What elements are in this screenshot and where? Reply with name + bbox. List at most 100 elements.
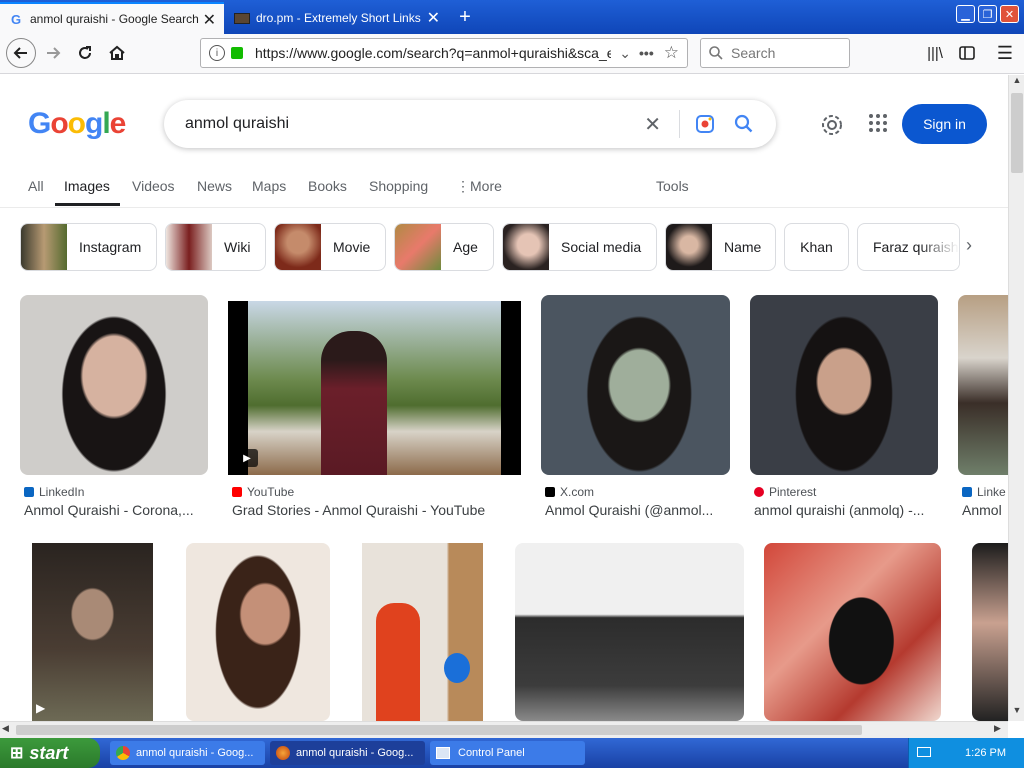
bookmark-star-icon[interactable]: ☆	[664, 43, 679, 63]
result-title[interactable]: anmol quraishi (anmolq) -...	[754, 502, 938, 518]
tab-dro-pm[interactable]: dro.pm - Extremely Short Links ✕	[226, 2, 448, 34]
menu-icon[interactable]: ☰	[990, 38, 1020, 68]
chip-thumbnail	[21, 224, 67, 270]
result-title[interactable]: Grad Stories - Anmol Quraishi - YouTube	[232, 502, 522, 518]
horizontal-scroll-thumb[interactable]	[16, 725, 862, 735]
vertical-scroll-thumb[interactable]	[1011, 93, 1023, 173]
tab-videos[interactable]: Videos	[132, 178, 175, 194]
result-thumbnail[interactable]	[541, 295, 730, 475]
chevron-right-icon[interactable]: ›	[966, 235, 972, 256]
tab-books[interactable]: Books	[308, 178, 347, 194]
control-panel-icon	[436, 747, 450, 759]
dropdown-chevron-icon[interactable]: ⌄	[619, 45, 631, 62]
chip-name[interactable]: Name	[665, 223, 776, 271]
reload-button[interactable]	[70, 38, 100, 68]
info-icon[interactable]: i	[209, 45, 225, 61]
browser-search-box[interactable]: Search	[700, 38, 850, 68]
result-title[interactable]: Anmol Quraishi (@anmol...	[545, 502, 725, 518]
chip-wiki[interactable]: Wiki	[165, 223, 266, 271]
vertical-scrollbar[interactable]: ▲ ▼	[1008, 75, 1024, 721]
tab-more[interactable]: More	[470, 178, 502, 194]
result-thumbnail[interactable]: ▶	[32, 543, 153, 721]
chip-movie[interactable]: Movie	[274, 223, 386, 271]
taskbar-item-control-panel[interactable]: Control Panel	[430, 741, 585, 765]
keyboard-icon[interactable]	[917, 747, 931, 757]
horizontal-scrollbar[interactable]: ◀ ▶	[0, 721, 1008, 738]
scroll-up-icon[interactable]: ▲	[1010, 75, 1024, 91]
scroll-right-icon[interactable]: ▶	[994, 723, 1001, 734]
result-source[interactable]: Pinterest	[754, 485, 816, 499]
address-bar[interactable]: i https://www.google.com/search?q=anmol+…	[200, 38, 688, 68]
forward-button[interactable]	[38, 38, 68, 68]
result-title[interactable]: Anmol Quraishi - Corona,...	[24, 502, 208, 518]
tab-maps[interactable]: Maps	[252, 178, 286, 194]
lock-icon[interactable]	[231, 47, 243, 59]
google-logo[interactable]: Google	[28, 107, 126, 141]
result-source[interactable]: X.com	[545, 485, 594, 499]
lens-camera-icon[interactable]	[694, 113, 716, 135]
library-icon[interactable]: |||\	[920, 38, 950, 68]
close-tab-icon[interactable]: ✕	[427, 8, 440, 28]
source-label: Pinterest	[769, 485, 817, 499]
browser-tab-bar: G anmol quraishi - Google Search ✕ dro.p…	[0, 0, 1024, 34]
page-actions-icon[interactable]: •••	[639, 45, 654, 61]
tab-news[interactable]: News	[197, 178, 232, 194]
tab-all[interactable]: All	[28, 178, 44, 194]
chip-label: Movie	[333, 239, 371, 255]
result-thumbnail[interactable]	[750, 295, 938, 475]
result-thumbnail[interactable]	[515, 543, 744, 721]
new-tab-button[interactable]: +	[452, 4, 478, 30]
taskbar-item-firefox[interactable]: anmol quraishi - Goog...	[270, 741, 425, 765]
tab-images[interactable]: Images	[64, 178, 110, 194]
scroll-left-icon[interactable]: ◀	[2, 723, 9, 734]
url-text[interactable]: https://www.google.com/search?q=anmol+qu…	[255, 45, 611, 61]
back-button[interactable]	[6, 38, 36, 68]
tab-label: dro.pm - Extremely Short Links	[256, 11, 421, 25]
scroll-down-icon[interactable]: ▼	[1010, 705, 1024, 721]
chip-instagram[interactable]: Instagram	[20, 223, 157, 271]
chip-social-media[interactable]: Social media	[502, 223, 657, 271]
chip-faraz-quraishi[interactable]: Faraz quraishi	[857, 223, 960, 271]
close-window-button[interactable]: ✕	[1000, 5, 1019, 23]
taskbar-item-label: anmol quraishi - Goog...	[136, 747, 254, 759]
navigation-toolbar: i https://www.google.com/search?q=anmol+…	[0, 34, 1024, 74]
youtube-icon	[232, 487, 242, 497]
tab-shopping[interactable]: Shopping	[369, 178, 428, 194]
sign-in-button[interactable]: Sign in	[902, 104, 987, 144]
minimize-button[interactable]: ▁	[956, 5, 975, 23]
result-source[interactable]: YouTube	[232, 485, 294, 499]
result-thumbnail[interactable]: ▶	[228, 301, 521, 475]
tab-google-search[interactable]: G anmol quraishi - Google Search ✕	[0, 2, 224, 34]
result-source[interactable]: LinkedIn	[24, 485, 84, 499]
start-button[interactable]: ⊞ start	[0, 738, 100, 768]
result-thumbnail[interactable]	[764, 543, 941, 721]
clock[interactable]: 1:26 PM	[965, 747, 1006, 759]
taskbar-item-chrome[interactable]: anmol quraishi - Goog...	[110, 741, 265, 765]
sidebar-icon[interactable]	[952, 38, 982, 68]
close-tab-icon[interactable]: ✕	[203, 10, 216, 30]
home-button[interactable]	[102, 38, 132, 68]
result-thumbnail[interactable]	[972, 543, 1008, 721]
search-icon[interactable]	[734, 114, 754, 134]
google-search-box[interactable]: anmol quraishi ✕	[164, 100, 776, 148]
tools-button[interactable]: Tools	[656, 178, 689, 194]
chip-thumbnail	[666, 224, 712, 270]
result-thumbnail[interactable]	[362, 543, 483, 721]
settings-gear-icon[interactable]	[820, 113, 844, 137]
result-thumbnail[interactable]	[186, 543, 330, 721]
result-thumbnail[interactable]	[958, 295, 1008, 475]
result-source[interactable]: Linke	[962, 485, 1006, 499]
result-thumbnail[interactable]	[20, 295, 208, 475]
home-icon	[109, 45, 125, 60]
more-dots-icon[interactable]: ⋮	[456, 178, 470, 195]
chip-age[interactable]: Age	[394, 223, 494, 271]
chip-khan[interactable]: Khan	[784, 223, 849, 271]
result-title[interactable]: Anmol	[962, 502, 1008, 518]
clear-search-icon[interactable]: ✕	[644, 112, 661, 137]
maximize-button[interactable]: ❐	[978, 5, 997, 23]
chip-label: Instagram	[79, 239, 142, 255]
apps-grid-icon[interactable]	[868, 113, 888, 133]
search-placeholder: Search	[731, 45, 776, 61]
search-query[interactable]: anmol quraishi	[185, 115, 644, 133]
forward-arrow-icon	[47, 47, 61, 59]
